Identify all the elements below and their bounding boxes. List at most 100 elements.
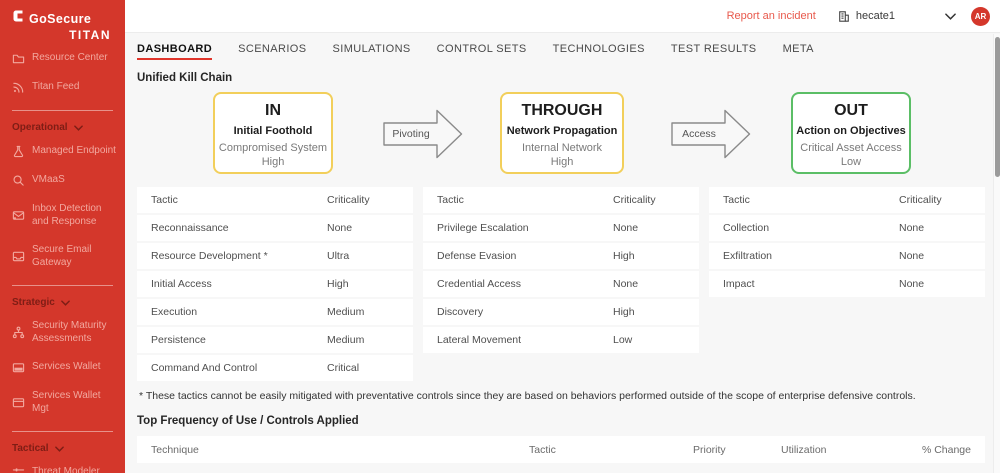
kill-chain-arrow-access: Access <box>671 108 751 160</box>
sidebar-section-tactical[interactable]: Tactical <box>0 434 125 458</box>
sidebar-item-label: Resource Center <box>32 52 108 64</box>
sidebar-item-label: Services Wallet <box>32 361 101 373</box>
table-row: Impact None <box>709 271 985 297</box>
sidebar-item-label: Threat Modeler <box>32 466 100 473</box>
sidebar-section-strategic[interactable]: Strategic <box>0 288 125 312</box>
logo: GoSecure TITAN <box>0 0 125 44</box>
table-row: Persistence Medium <box>137 327 413 353</box>
sidebar-item-secure-email-gateway[interactable]: Secure Email Gateway <box>0 236 125 277</box>
tab-technologies[interactable]: TECHNOLOGIES <box>553 43 645 60</box>
frequency-table-header: Technique Tactic Priority Utilization % … <box>137 436 985 463</box>
table-row: Exfiltration None <box>709 243 985 269</box>
sidebar-item-services-wallet-mgt[interactable]: Services Wallet Mgt <box>0 382 125 423</box>
sidebar: GoSecure TITAN Resource Center Titan Fee… <box>0 0 125 473</box>
org-name: hecate1 <box>855 10 895 22</box>
table-header-row: Tactic Criticality <box>709 187 985 213</box>
flask-icon <box>13 145 24 158</box>
org-selector[interactable]: hecate1 <box>838 10 895 23</box>
card-icon <box>12 398 25 408</box>
tactic-table-in: Tactic Criticality Reconnaissance None Re… <box>137 187 413 383</box>
sidebar-divider <box>12 431 113 432</box>
sidebar-item-label: Inbox Detection and Response <box>32 203 102 227</box>
column-header-criticality: Criticality <box>613 194 656 206</box>
sidebar-item-inbox-detection[interactable]: Inbox Detection and Response <box>0 195 125 236</box>
tabbar: DASHBOARD SCENARIOS SIMULATIONS CONTROL … <box>125 33 1000 60</box>
tactic-table-out: Tactic Criticality Collection None Exfilt… <box>709 187 985 299</box>
tab-simulations[interactable]: SIMULATIONS <box>333 43 411 60</box>
report-incident-link[interactable]: Report an incident <box>727 10 816 22</box>
sidebar-item-label: Managed Endpoint <box>32 145 116 157</box>
tab-scenarios[interactable]: SCENARIOS <box>238 43 306 60</box>
sidebar-divider <box>12 110 113 111</box>
folder-icon <box>12 54 25 64</box>
table-row: Execution Medium <box>137 299 413 325</box>
sidebar-item-label: Titan Feed <box>32 81 80 93</box>
wallet-icon <box>12 363 25 373</box>
sidebar-item-managed-endpoint[interactable]: Managed Endpoint <box>0 137 125 166</box>
sidebar-item-vmaas[interactable]: VMaaS <box>0 166 125 195</box>
kill-chain-stage-out: OUT Action on Objectives Critical Asset … <box>791 92 911 174</box>
sidebar-item-label: Security Maturity Assessments <box>32 320 107 344</box>
column-header-tactic: Tactic <box>151 194 178 206</box>
frequency-title: Top Frequency of Use / Controls Applied <box>137 415 359 427</box>
table-row: Privilege Escalation None <box>423 215 699 241</box>
kill-chain-stage-through: THROUGH Network Propagation Internal Net… <box>500 92 624 174</box>
sidebar-item-label: VMaaS <box>32 174 65 186</box>
column-header-tactic: Tactic <box>437 194 464 206</box>
hierarchy-icon <box>12 326 25 339</box>
sidebar-item-resource-center[interactable]: Resource Center <box>0 44 125 73</box>
table-row: Command And Control Critical <box>137 355 413 381</box>
mail-gateway-icon <box>12 251 25 262</box>
chevron-down-icon <box>60 299 70 306</box>
account-chevron-icon[interactable] <box>945 12 956 20</box>
table-row: Collection None <box>709 215 985 241</box>
tab-control-sets[interactable]: CONTROL SETS <box>437 43 527 60</box>
table-row: Lateral Movement Low <box>423 327 699 353</box>
main-area: Report an incident hecate1 AR DASHBOARD … <box>125 0 1000 473</box>
logo-brand: GoSecure <box>29 11 92 26</box>
sliders-icon <box>12 468 25 472</box>
tactic-table-through: Tactic Criticality Privilege Escalation N… <box>423 187 699 355</box>
sidebar-item-services-wallet[interactable]: Services Wallet <box>0 353 125 382</box>
column-header-tactic: Tactic <box>723 194 750 206</box>
vertical-scrollbar[interactable] <box>993 34 1000 473</box>
avatar[interactable]: AR <box>971 6 990 26</box>
table-header-row: Tactic Criticality <box>423 187 699 213</box>
table-row: Defense Evasion High <box>423 243 699 269</box>
column-header-priority: Priority <box>693 443 726 456</box>
feed-icon <box>13 82 24 93</box>
building-icon <box>839 10 849 22</box>
kill-chain-diagram: IN Initial Foothold Compromised System Hi… <box>137 92 985 178</box>
topbar: Report an incident hecate1 AR <box>125 0 1000 33</box>
tactics-footnote: * These tactics cannot be easily mitigat… <box>139 390 916 402</box>
column-header-tactic: Tactic <box>529 443 556 456</box>
chevron-down-icon <box>73 124 83 131</box>
table-row: Resource Development * Ultra <box>137 243 413 269</box>
column-header-change: % Change <box>921 443 971 456</box>
chevron-down-icon <box>54 445 64 452</box>
tab-test-results[interactable]: TEST RESULTS <box>671 43 757 60</box>
sidebar-item-security-maturity[interactable]: Security Maturity Assessments <box>0 312 125 353</box>
scrollbar-thumb[interactable] <box>995 37 1000 177</box>
tab-dashboard[interactable]: DASHBOARD <box>137 43 213 60</box>
table-header-row: Tactic Criticality <box>137 187 413 213</box>
sidebar-divider <box>12 285 113 286</box>
kill-chain-arrow-pivoting: Pivoting <box>383 108 463 160</box>
kill-chain-stage-in: IN Initial Foothold Compromised System Hi… <box>213 92 333 174</box>
kill-chain-title: Unified Kill Chain <box>137 72 233 84</box>
sidebar-item-threat-modeler[interactable]: Threat Modeler <box>0 458 125 473</box>
column-header-technique: Technique <box>151 443 199 456</box>
tab-meta[interactable]: META <box>783 43 814 60</box>
app-root: GoSecure TITAN Resource Center Titan Fee… <box>0 0 1000 473</box>
column-header-criticality: Criticality <box>327 194 370 206</box>
sidebar-section-operational[interactable]: Operational <box>0 113 125 137</box>
column-header-criticality: Criticality <box>899 194 942 206</box>
column-header-utilization: Utilization <box>781 443 827 456</box>
table-row: Discovery High <box>423 299 699 325</box>
table-row: Credential Access None <box>423 271 699 297</box>
sidebar-item-titan-feed[interactable]: Titan Feed <box>0 73 125 102</box>
gosecure-logo-icon <box>12 9 25 28</box>
table-row: Initial Access High <box>137 271 413 297</box>
logo-product: TITAN <box>69 28 111 42</box>
dashboard-content: Unified Kill Chain IN Initial Foothold C… <box>125 72 1000 463</box>
